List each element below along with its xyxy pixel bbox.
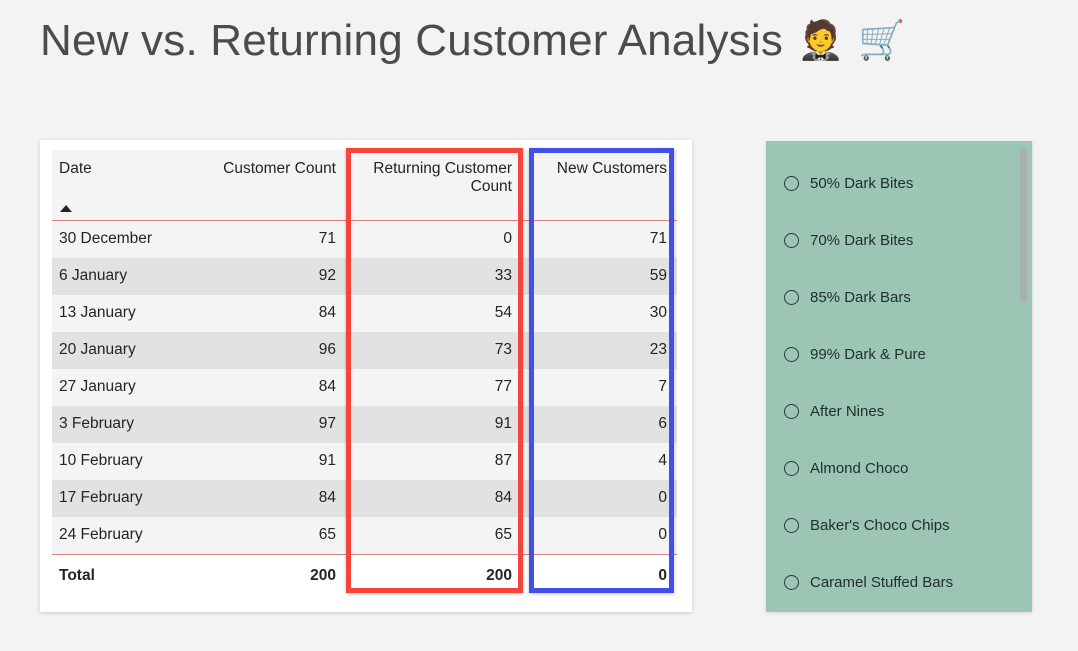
slicer-item-label: 70% Dark Bites bbox=[810, 232, 914, 249]
cell-returning-customer-count: 0 bbox=[346, 220, 522, 258]
slicer-item-label: 50% Dark Bites bbox=[810, 175, 914, 192]
table-row[interactable]: 27 January 84 77 7 bbox=[52, 368, 677, 406]
slicer-scrollbar[interactable] bbox=[1020, 149, 1027, 604]
cell-customer-count: 71 bbox=[222, 220, 346, 258]
total-customer-count: 200 bbox=[222, 553, 346, 597]
cell-returning-customer-count: 73 bbox=[346, 331, 522, 369]
slicer-item-label: Baker's Choco Chips bbox=[810, 517, 950, 534]
table-header: Date Customer Count Returning Customer C… bbox=[52, 150, 677, 221]
shopping-cart-emoji: 🛒 bbox=[858, 20, 906, 63]
table-header-row: Date Customer Count Returning Customer C… bbox=[52, 150, 677, 221]
page-header: New vs. Returning Customer Analysis 🤵 🛒 bbox=[40, 16, 906, 65]
radio-button-icon[interactable] bbox=[784, 233, 799, 248]
total-label: Total bbox=[52, 553, 222, 597]
cell-customer-count: 92 bbox=[222, 257, 346, 295]
column-header-new-customers[interactable]: New Customers bbox=[522, 150, 677, 221]
table-row[interactable]: 6 January 92 33 59 bbox=[52, 257, 677, 295]
table-row[interactable]: 30 December 71 0 71 bbox=[52, 220, 677, 258]
cell-returning-customer-count: 33 bbox=[346, 257, 522, 295]
product-slicer-panel: 50% Dark Bites 70% Dark Bites 85% Dark Bar… bbox=[766, 141, 1032, 612]
cell-customer-count: 96 bbox=[222, 331, 346, 369]
table-row[interactable]: 24 February 65 65 0 bbox=[52, 516, 677, 554]
cell-date: 13 January bbox=[52, 294, 222, 332]
cell-customer-count: 65 bbox=[222, 516, 346, 554]
radio-button-icon[interactable] bbox=[784, 347, 799, 362]
cell-new-customers: 0 bbox=[522, 516, 677, 554]
cell-date: 27 January bbox=[52, 368, 222, 406]
cell-new-customers: 23 bbox=[522, 331, 677, 369]
cell-customer-count: 91 bbox=[222, 442, 346, 480]
slicer-item[interactable]: 70% Dark Bites bbox=[766, 212, 1032, 269]
table-row[interactable]: 20 January 96 73 23 bbox=[52, 331, 677, 369]
cell-customer-count: 84 bbox=[222, 479, 346, 517]
cell-returning-customer-count: 65 bbox=[346, 516, 522, 554]
slicer-item-label: Almond Choco bbox=[810, 460, 909, 477]
slicer-item-label: 99% Dark & Pure bbox=[810, 346, 926, 363]
slicer-item[interactable]: Baker's Choco Chips bbox=[766, 497, 1032, 554]
slicer-item-label: 85% Dark Bars bbox=[810, 289, 911, 306]
total-new-customers: 0 bbox=[522, 553, 677, 597]
table-body: 30 December 71 0 71 6 January 92 33 59 13 Januar… bbox=[52, 220, 677, 597]
radio-button-icon[interactable] bbox=[784, 518, 799, 533]
customer-analysis-table: Date Customer Count Returning Customer C… bbox=[52, 150, 677, 597]
table-row[interactable]: 17 February 84 84 0 bbox=[52, 479, 677, 517]
radio-button-icon[interactable] bbox=[784, 404, 799, 419]
slicer-item[interactable]: 50% Dark Bites bbox=[766, 155, 1032, 212]
page-title: New vs. Returning Customer Analysis bbox=[40, 16, 784, 65]
cell-returning-customer-count: 84 bbox=[346, 479, 522, 517]
cell-returning-customer-count: 54 bbox=[346, 294, 522, 332]
radio-button-icon[interactable] bbox=[784, 176, 799, 191]
slicer-item-label: Caramel Stuffed Bars bbox=[810, 574, 954, 591]
cell-customer-count: 84 bbox=[222, 294, 346, 332]
column-header-customer-count[interactable]: Customer Count bbox=[222, 150, 346, 221]
cell-new-customers: 71 bbox=[522, 220, 677, 258]
slicer-item[interactable]: 85% Dark Bars bbox=[766, 269, 1032, 326]
slicer-item[interactable]: After Nines bbox=[766, 383, 1032, 440]
radio-button-icon[interactable] bbox=[784, 290, 799, 305]
cell-new-customers: 59 bbox=[522, 257, 677, 295]
matrix-visual-card: Date Customer Count Returning Customer C… bbox=[40, 140, 692, 612]
cell-date: 20 January bbox=[52, 331, 222, 369]
cell-new-customers: 0 bbox=[522, 479, 677, 517]
total-returning-customer-count: 200 bbox=[346, 553, 522, 597]
person-in-tuxedo-emoji: 🤵 bbox=[797, 20, 845, 63]
slicer-item[interactable]: 99% Dark & Pure bbox=[766, 326, 1032, 383]
slicer-item-list: 50% Dark Bites 70% Dark Bites 85% Dark Bar… bbox=[766, 155, 1032, 611]
table-row[interactable]: 3 February 97 91 6 bbox=[52, 405, 677, 443]
cell-returning-customer-count: 87 bbox=[346, 442, 522, 480]
cell-date: 3 February bbox=[52, 405, 222, 443]
column-header-returning-customer-count[interactable]: Returning Customer Count bbox=[346, 150, 522, 221]
cell-date: 10 February bbox=[52, 442, 222, 480]
column-header-date[interactable]: Date bbox=[52, 150, 222, 221]
cell-returning-customer-count: 77 bbox=[346, 368, 522, 406]
slicer-scrollbar-thumb[interactable] bbox=[1020, 149, 1027, 301]
cell-new-customers: 4 bbox=[522, 442, 677, 480]
cell-customer-count: 84 bbox=[222, 368, 346, 406]
column-header-date-label: Date bbox=[59, 160, 92, 177]
radio-button-icon[interactable] bbox=[784, 461, 799, 476]
slicer-item-label: After Nines bbox=[810, 403, 885, 420]
cell-date: 30 December bbox=[52, 220, 222, 258]
radio-button-icon[interactable] bbox=[784, 575, 799, 590]
cell-date: 17 February bbox=[52, 479, 222, 517]
cell-new-customers: 6 bbox=[522, 405, 677, 443]
slicer-item[interactable]: Almond Choco bbox=[766, 440, 1032, 497]
cell-customer-count: 97 bbox=[222, 405, 346, 443]
table-total-row: Total 200 200 0 bbox=[52, 553, 677, 597]
slicer-item[interactable]: Caramel Stuffed Bars bbox=[766, 554, 1032, 611]
cell-returning-customer-count: 91 bbox=[346, 405, 522, 443]
table-row[interactable]: 13 January 84 54 30 bbox=[52, 294, 677, 332]
table-row[interactable]: 10 February 91 87 4 bbox=[52, 442, 677, 480]
cell-new-customers: 30 bbox=[522, 294, 677, 332]
sort-ascending-icon[interactable] bbox=[60, 204, 72, 212]
cell-date: 6 January bbox=[52, 257, 222, 295]
cell-new-customers: 7 bbox=[522, 368, 677, 406]
cell-date: 24 February bbox=[52, 516, 222, 554]
